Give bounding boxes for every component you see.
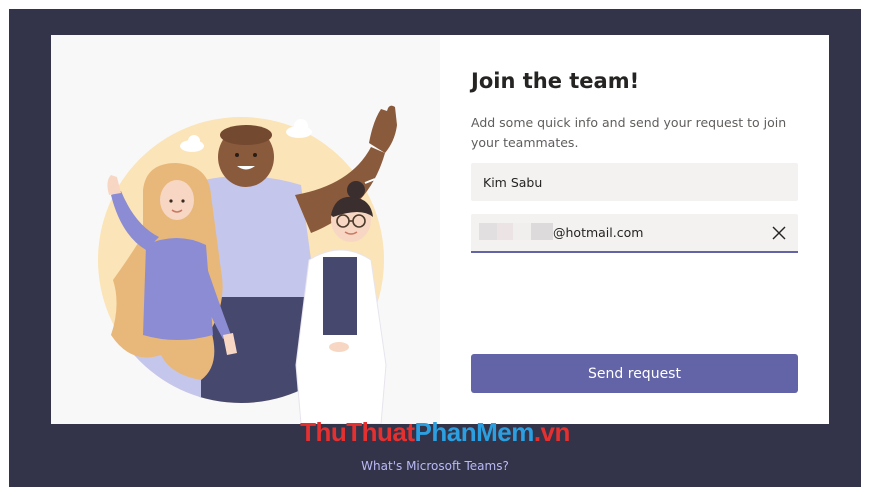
name-field[interactable] bbox=[471, 163, 798, 201]
email-field-wrapper bbox=[471, 214, 798, 253]
team-illustration bbox=[98, 105, 397, 424]
close-icon bbox=[772, 226, 786, 240]
hero-illustration-panel bbox=[51, 35, 440, 424]
send-request-button[interactable]: Send request bbox=[471, 354, 798, 393]
cloud-icon bbox=[286, 119, 312, 138]
whats-teams-link[interactable]: What's Microsoft Teams? bbox=[9, 459, 861, 473]
join-form: Join the team! Add some quick info and s… bbox=[471, 35, 801, 424]
join-team-card: Join the team! Add some quick info and s… bbox=[51, 35, 829, 424]
form-subtitle: Add some quick info and send your reques… bbox=[471, 115, 787, 150]
email-field[interactable] bbox=[553, 214, 763, 251]
redacted-email-prefix bbox=[479, 223, 553, 240]
clear-email-button[interactable] bbox=[766, 220, 792, 246]
app-backdrop: Join the team! Add some quick info and s… bbox=[9, 9, 861, 487]
page-title: Join the team! bbox=[471, 69, 640, 93]
